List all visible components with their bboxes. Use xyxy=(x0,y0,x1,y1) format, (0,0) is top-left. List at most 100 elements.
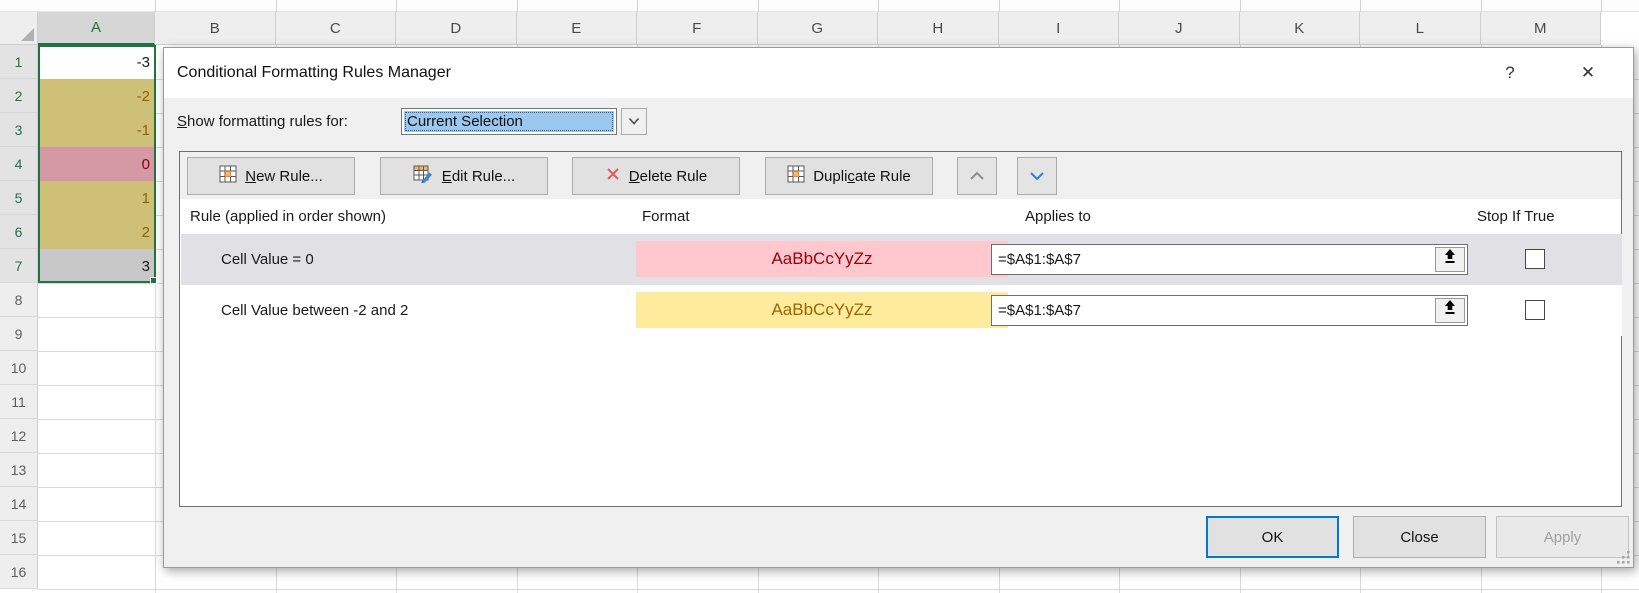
move-rule-up-button[interactable] xyxy=(957,157,997,195)
row-header-1[interactable]: 1 xyxy=(0,45,38,79)
cell-A1[interactable]: -3 xyxy=(39,45,155,79)
column-header-C[interactable]: C xyxy=(276,12,397,45)
gridline-tick xyxy=(1481,0,1482,12)
resize-grip-icon[interactable] xyxy=(1616,550,1630,564)
stop-if-true-checkbox[interactable] xyxy=(1525,249,1545,269)
dialog-close-button[interactable]: ✕ xyxy=(1572,57,1604,89)
gridline-tick xyxy=(1360,0,1361,12)
applies-to-input[interactable]: =$A$1:$A$7 xyxy=(991,295,1468,326)
stop-if-true-checkbox[interactable] xyxy=(1525,300,1545,320)
column-header-A[interactable]: A xyxy=(38,12,155,45)
new-rule-button[interactable]: New Rule... xyxy=(187,157,355,195)
column-header-J[interactable]: J xyxy=(1119,12,1240,45)
new-rule-label: New Rule... xyxy=(245,168,323,185)
applies-to-value: =$A$1:$A$7 xyxy=(998,251,1081,268)
row-header-16[interactable]: 16 xyxy=(0,555,38,589)
show-rules-for-dropdown-button[interactable] xyxy=(621,108,647,135)
row-header-5[interactable]: 5 xyxy=(0,181,38,215)
column-header-B[interactable]: B xyxy=(155,12,276,45)
row-header-14[interactable]: 14 xyxy=(0,487,38,521)
row-header-3[interactable]: 3 xyxy=(0,113,38,147)
column-header-E[interactable]: E xyxy=(517,12,638,45)
show-rules-for-selected-value: Current Selection xyxy=(404,111,614,132)
delete-rule-button[interactable]: Delete Rule xyxy=(572,157,740,195)
cell-A3[interactable]: -1 xyxy=(39,113,155,147)
gridline-tick xyxy=(637,0,638,12)
excel-window: -3-2-10123ABCDEFGHIJKLM12345678910111213… xyxy=(0,0,1639,593)
row-header-4[interactable]: 4 xyxy=(0,147,38,181)
column-header-stop-if-true: Stop If True xyxy=(1477,199,1555,234)
formula-bar-edge xyxy=(0,0,1639,12)
dialog-title: Conditional Formatting Rules Manager xyxy=(177,48,451,98)
row-header-8[interactable]: 8 xyxy=(0,283,38,317)
gridline-tick xyxy=(1119,0,1120,12)
gridline-tick xyxy=(276,0,277,12)
column-header-L[interactable]: L xyxy=(1360,12,1481,45)
cell-A4[interactable]: 0 xyxy=(39,147,155,181)
column-header-G[interactable]: G xyxy=(758,12,879,45)
cell-A2[interactable]: -2 xyxy=(39,79,155,113)
ok-button[interactable]: OK xyxy=(1206,516,1339,558)
row-header-13[interactable]: 13 xyxy=(0,453,38,487)
column-header-F[interactable]: F xyxy=(637,12,758,45)
edit-rule-button[interactable]: Edit Rule... xyxy=(380,157,548,195)
column-header-I[interactable]: I xyxy=(999,12,1120,45)
row-header-12[interactable]: 12 xyxy=(0,419,38,453)
applies-to-input[interactable]: =$A$1:$A$7 xyxy=(991,244,1468,275)
column-header-M[interactable]: M xyxy=(1481,12,1602,45)
rule-row[interactable]: Cell Value = 0 AaBbCcYyZz =$A$1:$A$7 xyxy=(181,234,1622,285)
gridline-tick xyxy=(878,0,879,12)
cell-A5[interactable]: 1 xyxy=(39,181,155,215)
cell-A6[interactable]: 2 xyxy=(39,215,155,249)
chevron-up-icon xyxy=(969,168,985,185)
row-header-7[interactable]: 7 xyxy=(0,249,38,283)
fill-handle[interactable] xyxy=(150,277,157,284)
row-header-6[interactable]: 6 xyxy=(0,215,38,249)
collapse-dialog-button[interactable] xyxy=(1435,298,1465,323)
collapse-dialog-button[interactable] xyxy=(1435,247,1465,272)
cell-A7[interactable]: 3 xyxy=(39,249,155,283)
row-header-9[interactable]: 9 xyxy=(0,317,38,351)
column-header-format: Format xyxy=(642,199,690,234)
gridline-tick xyxy=(1240,0,1241,12)
rule-description: Cell Value = 0 xyxy=(221,234,314,285)
row-header-15[interactable]: 15 xyxy=(0,521,38,555)
delete-x-icon xyxy=(605,166,621,186)
row-header-10[interactable]: 10 xyxy=(0,351,38,385)
row-header-2[interactable]: 2 xyxy=(0,79,38,113)
range-select-arrow-icon xyxy=(1443,296,1457,325)
edit-rule-label: Edit Rule... xyxy=(442,168,515,185)
help-button[interactable]: ? xyxy=(1494,57,1526,89)
column-header-rule: Rule (applied in order shown) xyxy=(190,199,386,234)
edit-rule-pencil-icon xyxy=(413,165,434,187)
delete-rule-label: Delete Rule xyxy=(629,168,707,185)
conditional-formatting-rules-manager-dialog: Conditional Formatting Rules Manager ? ✕… xyxy=(163,47,1634,568)
help-icon: ? xyxy=(1505,63,1514,83)
gridline-vertical xyxy=(155,45,156,593)
show-rules-for-select[interactable]: Current Selection xyxy=(401,108,617,135)
chevron-down-icon xyxy=(628,113,640,130)
duplicate-rule-button[interactable]: Duplicate Rule xyxy=(765,157,933,195)
rule-row[interactable]: Cell Value between -2 and 2 AaBbCcYyZz =… xyxy=(181,285,1622,336)
column-header-K[interactable]: K xyxy=(1240,12,1361,45)
rules-list-container: New Rule... Edit Rule... Delete Rule Dup… xyxy=(179,151,1622,507)
column-header-D[interactable]: D xyxy=(396,12,517,45)
close-icon: ✕ xyxy=(1581,63,1595,83)
gridline-tick xyxy=(758,0,759,12)
row-header-11[interactable]: 11 xyxy=(0,385,38,419)
duplicate-rule-label: Duplicate Rule xyxy=(813,168,911,185)
gridline-horizontal xyxy=(38,589,1639,590)
move-rule-down-button[interactable] xyxy=(1017,157,1057,195)
format-preview: AaBbCcYyZz xyxy=(636,292,1008,328)
select-all-button[interactable] xyxy=(0,12,38,45)
chevron-down-icon xyxy=(1029,168,1045,185)
apply-button: Apply xyxy=(1496,516,1629,558)
column-header-H[interactable]: H xyxy=(878,12,999,45)
gridline-tick xyxy=(517,0,518,12)
gridline-tick xyxy=(155,0,156,12)
gridline-tick xyxy=(1601,0,1602,12)
gridline-tick xyxy=(999,0,1000,12)
duplicate-rule-table-icon xyxy=(787,165,805,187)
gridline-tick xyxy=(396,0,397,12)
close-button[interactable]: Close xyxy=(1353,516,1486,558)
